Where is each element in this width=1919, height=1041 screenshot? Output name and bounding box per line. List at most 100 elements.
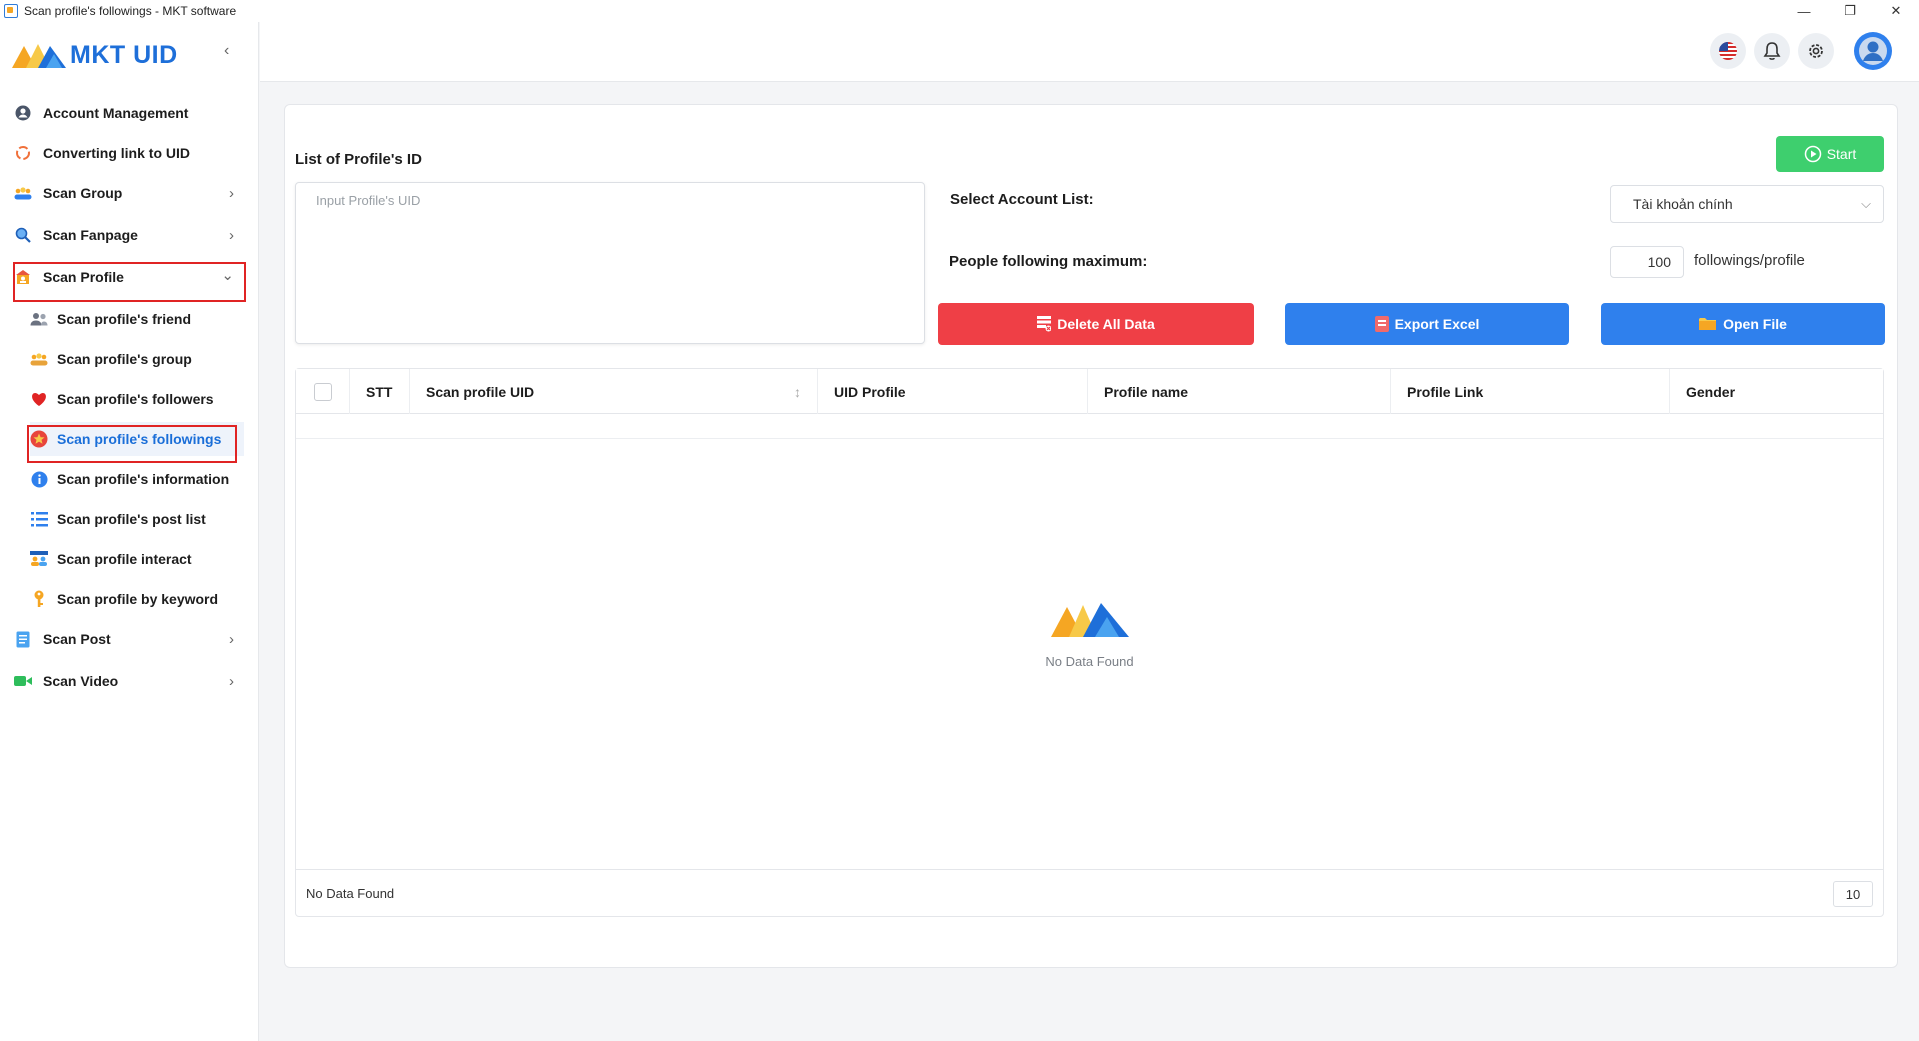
column-stt[interactable]: STT: [350, 369, 410, 414]
sidebar-item-label: Account Management: [43, 105, 189, 121]
chevron-right-icon: ›: [229, 184, 234, 202]
user-circle-icon: [14, 104, 32, 122]
play-icon: [1804, 145, 1821, 163]
open-file-label: Open File: [1723, 316, 1787, 332]
max-following-label: People following maximum:: [949, 253, 1148, 270]
folder-icon: [1699, 318, 1717, 330]
column-uid-profile[interactable]: UID Profile: [818, 369, 1088, 414]
select-all-checkbox[interactable]: [313, 382, 332, 401]
group-icon: [30, 350, 48, 368]
column-profile-link[interactable]: Profile Link: [1391, 369, 1670, 414]
collapse-sidebar-button[interactable]: ‹: [224, 42, 229, 60]
sidebar-item-converting-link[interactable]: Converting link to UID: [14, 136, 244, 170]
gear-icon[interactable]: [1798, 33, 1834, 69]
delete-all-data-button[interactable]: Delete All Data: [938, 303, 1254, 345]
sidebar-item-label: Scan Video: [43, 673, 119, 689]
max-following-unit: followings/profile: [1694, 252, 1805, 269]
sidebar-subitem-scan-followers[interactable]: Scan profile's followers: [30, 382, 244, 416]
table-delete-icon: [1037, 316, 1052, 332]
sidebar-subitem-scan-friend[interactable]: Scan profile's friend: [30, 302, 244, 336]
sidebar-subitem-label: Scan profile by keyword: [57, 591, 219, 607]
column-profile-name[interactable]: Profile name: [1088, 369, 1391, 414]
close-button[interactable]: ✕: [1873, 0, 1919, 22]
column-header-label: UID Profile: [834, 383, 906, 400]
results-table: STT Scan profile UID ↕ UID Profile Profi…: [295, 368, 1884, 917]
table-divider: [296, 438, 1883, 439]
app-icon: [4, 4, 18, 18]
brand-name: MKT UID: [70, 40, 178, 69]
window-titlebar: Scan profile's followings - MKT software…: [0, 0, 1919, 22]
restore-button[interactable]: ❐: [1827, 0, 1873, 22]
empty-state-text: No Data Found: [1045, 654, 1134, 669]
page-size-value: 10: [1845, 886, 1861, 902]
profile-uid-input[interactable]: Input Profile's UID: [295, 182, 925, 344]
sidebar-item-label: Scan Fanpage: [43, 227, 138, 243]
highlight-box: [13, 262, 246, 302]
open-file-button[interactable]: Open File: [1601, 303, 1885, 345]
sidebar-subitem-label: Scan profile's post list: [57, 511, 206, 527]
list-icon: [30, 510, 48, 528]
empty-state: No Data Found: [296, 599, 1883, 669]
sidebar-subitem-scan-information[interactable]: Scan profile's information: [30, 462, 244, 496]
chevron-right-icon: ›: [229, 226, 234, 244]
highlight-box: [27, 425, 237, 463]
excel-icon: [1374, 316, 1389, 332]
sidebar-item-label: Scan Group: [43, 185, 123, 201]
column-scan-profile-uid[interactable]: Scan profile UID ↕: [410, 369, 818, 414]
footer-status: No Data Found: [306, 885, 395, 901]
sidebar-item-scan-video[interactable]: Scan Video ›: [14, 664, 244, 698]
document-icon: [14, 630, 32, 648]
column-header-label: Profile Link: [1407, 383, 1484, 400]
info-icon: [30, 470, 48, 488]
table-header: STT Scan profile UID ↕ UID Profile Profi…: [296, 369, 1883, 414]
account-list-select[interactable]: Tài khoản chính ⌵: [1610, 185, 1884, 223]
column-gender[interactable]: Gender: [1670, 369, 1883, 414]
window-controls: — ❐ ✕: [1781, 0, 1919, 22]
column-header-label: STT: [366, 383, 393, 400]
max-following-input[interactable]: 100: [1610, 246, 1684, 278]
video-camera-icon: [14, 672, 32, 690]
refresh-icon: [14, 144, 32, 162]
heart-icon: [30, 390, 48, 408]
list-of-ids-label: List of Profile's ID: [295, 151, 422, 168]
empty-logo-icon: [1050, 603, 1129, 637]
bell-icon[interactable]: [1754, 33, 1790, 69]
start-label: Start: [1826, 146, 1857, 162]
sidebar-subitem-scan-interact[interactable]: Scan profile interact: [30, 542, 244, 576]
sort-icon[interactable]: ↕: [794, 384, 801, 400]
sidebar-item-scan-group[interactable]: Scan Group ›: [14, 176, 244, 210]
sidebar-item-scan-post[interactable]: Scan Post ›: [14, 622, 244, 656]
sidebar-subitem-label: Scan profile interact: [57, 551, 192, 567]
group-icon: [14, 184, 32, 202]
column-header-label: Scan profile UID: [426, 383, 535, 400]
export-excel-button[interactable]: Export Excel: [1285, 303, 1569, 345]
top-bar: [260, 22, 1919, 82]
friends-icon: [30, 310, 48, 328]
avatar-icon[interactable]: [1854, 32, 1892, 70]
sidebar-subitem-scan-keyword[interactable]: Scan profile by keyword: [30, 582, 244, 616]
mkt-logo-icon: [12, 44, 66, 68]
search-icon: [14, 226, 32, 244]
minimize-button[interactable]: —: [1781, 0, 1827, 22]
chevron-right-icon: ›: [229, 672, 234, 690]
sidebar-subitem-label: Scan profile's friend: [57, 311, 192, 327]
interact-icon: [30, 550, 48, 568]
sidebar-subitem-scan-post-list[interactable]: Scan profile's post list: [30, 502, 244, 536]
sidebar-item-account-management[interactable]: Account Management: [14, 96, 244, 130]
select-account-label: Select Account List:: [950, 191, 1094, 208]
sidebar-subitem-scan-group[interactable]: Scan profile's group: [30, 342, 244, 376]
start-button[interactable]: Start: [1776, 136, 1884, 172]
brand-logo: MKT UID: [10, 36, 178, 74]
table-footer: No Data Found 10: [296, 869, 1883, 916]
sidebar-item-scan-fanpage[interactable]: Scan Fanpage ›: [14, 218, 244, 252]
max-following-value: 100: [1647, 254, 1671, 270]
export-excel-label: Export Excel: [1394, 316, 1480, 332]
us-flag-icon[interactable]: [1710, 33, 1746, 69]
column-header-label: Profile name: [1104, 383, 1189, 400]
sidebar-subitem-label: Scan profile's followers: [57, 391, 214, 407]
chevron-down-icon: ⌵: [1861, 196, 1871, 211]
uid-placeholder: Input Profile's UID: [316, 193, 421, 208]
chevron-right-icon: ›: [229, 630, 234, 648]
page-size-select[interactable]: 10: [1833, 881, 1873, 907]
delete-all-data-label: Delete All Data: [1057, 316, 1155, 332]
